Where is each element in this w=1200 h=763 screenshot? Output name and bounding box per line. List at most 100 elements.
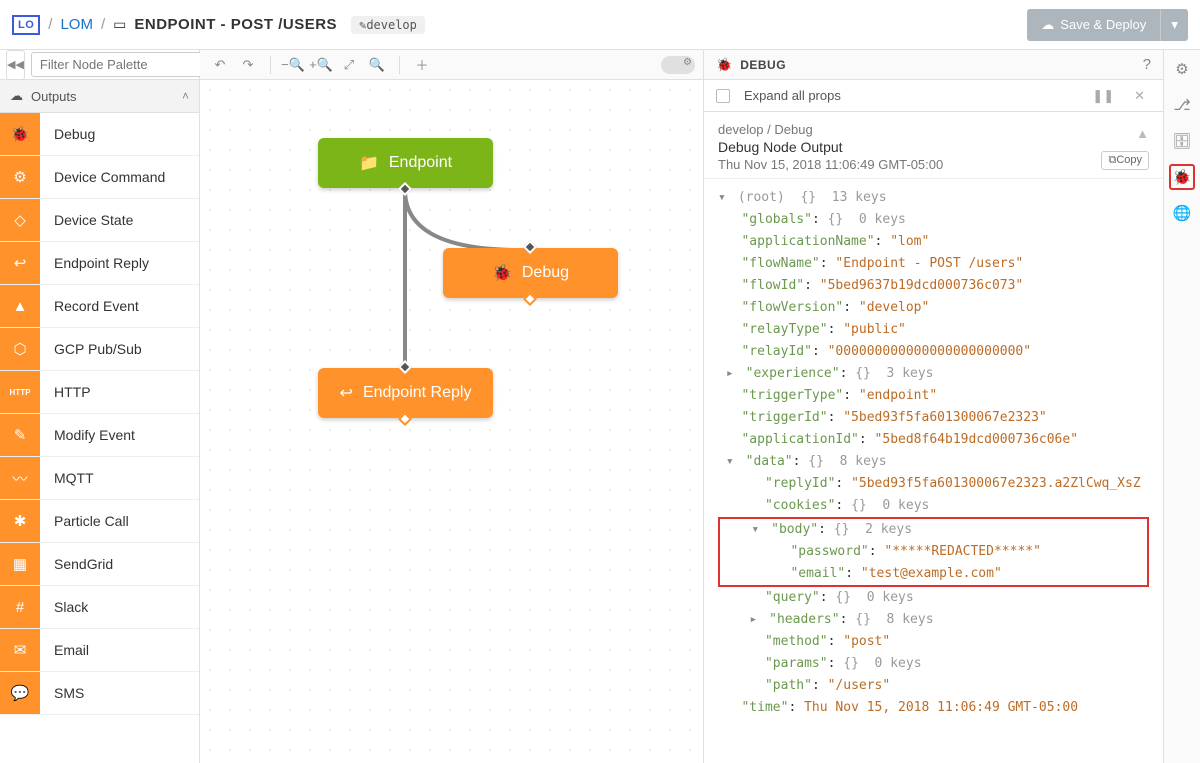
palette-item-label: Debug bbox=[40, 126, 95, 142]
debug-title: DEBUG bbox=[740, 58, 786, 72]
node-label: Endpoint bbox=[389, 154, 452, 172]
branch-icon[interactable]: ⎇ bbox=[1169, 92, 1195, 118]
redo-button[interactable]: ↷ bbox=[236, 54, 260, 76]
palette-item-label: Endpoint Reply bbox=[40, 255, 149, 271]
palette-item[interactable]: ✉Email bbox=[0, 629, 199, 672]
bc-app[interactable]: LOM bbox=[60, 16, 93, 33]
palette-category-outputs[interactable]: ☁ Outputs ˄ bbox=[0, 80, 199, 113]
palette-item[interactable]: ✱Particle Call bbox=[0, 500, 199, 543]
logo[interactable]: LO bbox=[12, 15, 40, 35]
help-button[interactable]: ? bbox=[1143, 56, 1151, 73]
palette-item-label: SendGrid bbox=[40, 556, 113, 572]
collapse-palette[interactable]: ◀◀ bbox=[6, 50, 25, 80]
zoom-out-button[interactable]: −🔍 bbox=[281, 54, 305, 76]
debug-meta: develop / Debug Debug Node Output Thu No… bbox=[704, 112, 1163, 179]
save-dropdown[interactable]: ▾ bbox=[1160, 9, 1188, 41]
palette-item-label: Modify Event bbox=[40, 427, 135, 443]
palette-item-label: SMS bbox=[40, 685, 84, 701]
json-viewer[interactable]: ▾ (root) {} 13 keys "globals": {} 0 keys… bbox=[704, 179, 1163, 763]
canvas-area: ↶ ↷ −🔍 +🔍 ⤢ 🔍 ＋ 📁 Endpoint 🐞 bbox=[200, 50, 704, 763]
palette-item-label: Device State bbox=[40, 212, 133, 228]
palette-item-icon: ✱ bbox=[0, 500, 40, 542]
palette-item[interactable]: ⬡GCP Pub/Sub bbox=[0, 328, 199, 371]
expand-all-checkbox[interactable] bbox=[716, 89, 730, 103]
output-handle[interactable] bbox=[398, 412, 412, 426]
folder-icon: 📁 bbox=[359, 153, 379, 173]
output-handle[interactable] bbox=[523, 292, 537, 306]
palette-item[interactable]: 💬SMS bbox=[0, 672, 199, 715]
locate-button[interactable]: 🔍 bbox=[365, 54, 389, 76]
palette-item-icon: ⬡ bbox=[0, 328, 40, 370]
bug-icon: 🐞 bbox=[716, 57, 732, 73]
close-debug-button[interactable]: ✕ bbox=[1128, 88, 1151, 104]
palette-item-label: Email bbox=[40, 642, 89, 658]
branch-tag[interactable]: ✎develop bbox=[351, 16, 425, 34]
node-label: Endpoint Reply bbox=[363, 384, 472, 402]
page-title: ENDPOINT - POST /USERS bbox=[134, 16, 337, 33]
palette-item[interactable]: ⚙Device Command bbox=[0, 156, 199, 199]
palette-item[interactable]: #Slack bbox=[0, 586, 199, 629]
debug-rail-icon[interactable]: 🐞 bbox=[1169, 164, 1195, 190]
body-highlight: ▾ "body": {} 2 keys "password": "*****RE… bbox=[718, 517, 1149, 587]
palette-item[interactable]: ↩Endpoint Reply bbox=[0, 242, 199, 285]
node-label: Debug bbox=[522, 264, 569, 282]
palette-item-label: GCP Pub/Sub bbox=[40, 341, 142, 357]
fit-button[interactable]: ⤢ bbox=[337, 54, 361, 76]
node-debug[interactable]: 🐞 Debug bbox=[443, 248, 618, 298]
palette: ◀◀ ☁ Outputs ˄ 🐞Debug⚙Device Command◇Dev… bbox=[0, 50, 200, 763]
cloud-icon: ☁ bbox=[10, 88, 23, 104]
palette-item[interactable]: ✎Modify Event bbox=[0, 414, 199, 457]
palette-item-icon: 🐞 bbox=[0, 113, 40, 155]
debug-path: develop / Debug bbox=[718, 122, 1149, 137]
gear-icon[interactable]: ⚙ bbox=[1169, 56, 1195, 82]
palette-item-label: Particle Call bbox=[40, 513, 129, 529]
bug-icon: 🐞 bbox=[492, 263, 512, 283]
palette-item[interactable]: HTTPHTTP bbox=[0, 371, 199, 414]
workflow-canvas[interactable]: 📁 Endpoint 🐞 Debug ↩ Endpoint Reply bbox=[200, 80, 703, 763]
palette-item-label: MQTT bbox=[40, 470, 94, 486]
palette-item[interactable]: 〰MQTT bbox=[0, 457, 199, 500]
window-icon: ▭ bbox=[113, 16, 126, 33]
palette-filter[interactable] bbox=[31, 52, 225, 77]
add-button[interactable]: ＋ bbox=[410, 54, 434, 76]
debug-node-title: Debug Node Output bbox=[718, 139, 1149, 155]
right-rail: ⚙ ⎇ 🗄 🐞 🌐 bbox=[1164, 50, 1200, 763]
palette-item-icon: 〰 bbox=[0, 457, 40, 499]
palette-item-label: Device Command bbox=[40, 169, 165, 185]
expand-all-label: Expand all props bbox=[744, 88, 841, 103]
pause-button[interactable]: ❚❚ bbox=[1086, 88, 1120, 104]
palette-item-icon: ▲ bbox=[0, 285, 40, 327]
palette-category-label: Outputs bbox=[31, 89, 77, 104]
palette-item-icon: ✉ bbox=[0, 629, 40, 671]
collapse-icon[interactable]: ▲ bbox=[1136, 126, 1149, 141]
palette-item[interactable]: ▲Record Event bbox=[0, 285, 199, 328]
input-handle[interactable] bbox=[523, 240, 537, 254]
node-endpoint[interactable]: 📁 Endpoint bbox=[318, 138, 493, 188]
chevron-up-icon: ˄ bbox=[182, 89, 189, 103]
root-meta: (root) {} 13 keys bbox=[738, 190, 887, 205]
settings-toggle[interactable] bbox=[661, 56, 695, 74]
palette-item[interactable]: 🐞Debug bbox=[0, 113, 199, 156]
debug-timestamp: Thu Nov 15, 2018 11:06:49 GMT-05:00 bbox=[718, 157, 1149, 172]
palette-item-icon: ⚙ bbox=[0, 156, 40, 198]
node-endpoint-reply[interactable]: ↩ Endpoint Reply bbox=[318, 368, 493, 418]
palette-item[interactable]: ▦SendGrid bbox=[0, 543, 199, 586]
palette-item-label: Slack bbox=[40, 599, 88, 615]
save-deploy-button[interactable]: ☁ Save & Deploy bbox=[1027, 9, 1160, 41]
palette-item-label: HTTP bbox=[40, 384, 91, 400]
debug-panel: 🐞 DEBUG ? Expand all props ❚❚ ✕ develop … bbox=[704, 50, 1164, 763]
zoom-in-button[interactable]: +🔍 bbox=[309, 54, 333, 76]
globe-icon[interactable]: 🌐 bbox=[1169, 200, 1195, 226]
canvas-toolbar: ↶ ↷ −🔍 +🔍 ⤢ 🔍 ＋ bbox=[200, 50, 703, 80]
palette-item-icon: 💬 bbox=[0, 672, 40, 714]
database-icon[interactable]: 🗄 bbox=[1169, 128, 1195, 154]
input-handle[interactable] bbox=[398, 360, 412, 374]
undo-button[interactable]: ↶ bbox=[208, 54, 232, 76]
palette-item-icon: ▦ bbox=[0, 543, 40, 585]
output-handle[interactable] bbox=[398, 182, 412, 196]
copy-button[interactable]: ⧉Copy bbox=[1101, 151, 1149, 170]
palette-item-icon: ◇ bbox=[0, 199, 40, 241]
palette-item-icon: HTTP bbox=[0, 371, 40, 413]
palette-item-icon: ✎ bbox=[0, 414, 40, 456]
palette-item[interactable]: ◇Device State bbox=[0, 199, 199, 242]
